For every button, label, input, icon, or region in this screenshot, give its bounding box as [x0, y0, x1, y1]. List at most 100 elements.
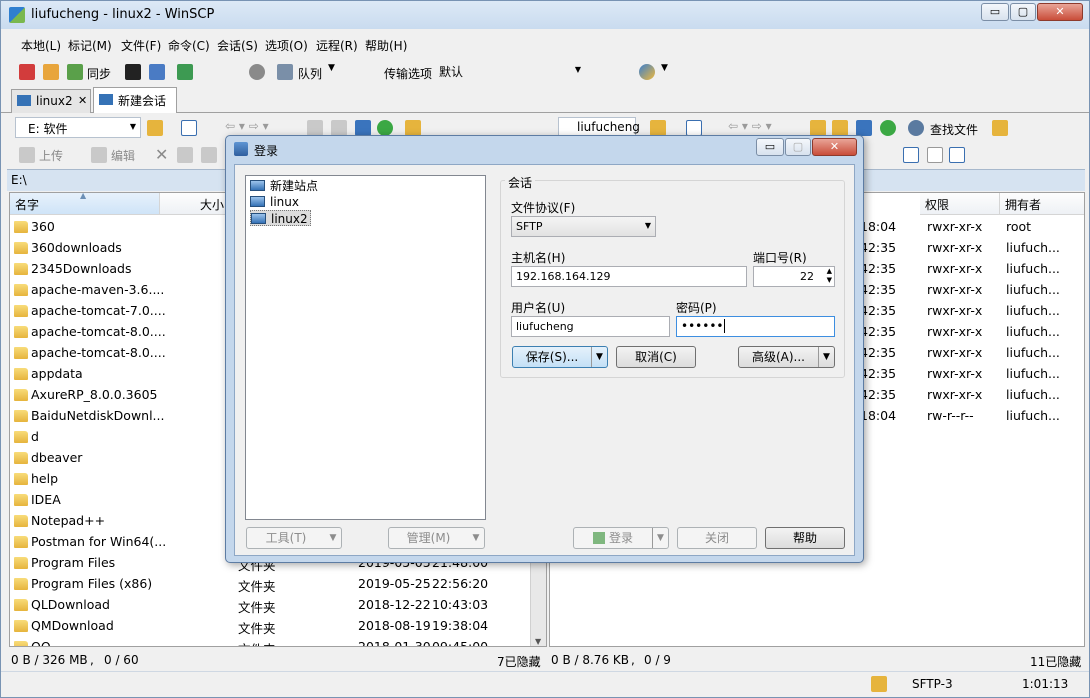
- dialog-maximize-button[interactable]: ▢: [785, 138, 811, 156]
- tab-new-session[interactable]: 新建会话: [93, 87, 177, 113]
- tools-dropdown-icon[interactable]: ▼: [325, 528, 341, 548]
- site-linux[interactable]: linux: [250, 194, 299, 210]
- search-icon[interactable]: [908, 120, 924, 136]
- manage-dropdown-icon[interactable]: ▼: [468, 528, 484, 548]
- file-name: QLDownload: [31, 597, 110, 612]
- refresh-icon[interactable]: [377, 120, 393, 136]
- queue-label[interactable]: 队列: [298, 65, 322, 82]
- open-folder-icon[interactable]: [650, 120, 666, 136]
- tab-close-icon[interactable]: ✕: [78, 94, 87, 107]
- sync-label[interactable]: 同步: [87, 65, 111, 82]
- root-dir-icon[interactable]: [331, 120, 347, 136]
- putty-icon[interactable]: [149, 64, 165, 80]
- table-row[interactable]: QQ 文件夹 2018-01-3009:45:00: [10, 637, 530, 646]
- queue-dropdown-icon[interactable]: ▼: [328, 63, 335, 73]
- menu-mark[interactable]: 标记(M): [68, 37, 112, 54]
- cancel-button[interactable]: 取消(C): [616, 346, 696, 368]
- file-name: AxureRP_8.0.0.3605: [31, 387, 158, 402]
- terminal-icon[interactable]: [125, 64, 141, 80]
- filter-icon[interactable]: [686, 120, 702, 136]
- password-input[interactable]: ••••••: [676, 316, 835, 337]
- refresh-view-icon[interactable]: [177, 64, 193, 80]
- menu-options[interactable]: 选项(O): [265, 37, 308, 54]
- file-permissions: rwxr-xr-x: [927, 219, 983, 234]
- tree-icon[interactable]: [992, 120, 1008, 136]
- remove-icon[interactable]: [927, 147, 943, 163]
- site-new[interactable]: 新建站点: [250, 178, 318, 194]
- properties-icon[interactable]: [201, 147, 217, 163]
- menu-help[interactable]: 帮助(H): [365, 37, 407, 54]
- dialog-minimize-button[interactable]: ▭: [756, 138, 784, 156]
- find-files-label[interactable]: 查找文件: [930, 121, 978, 138]
- login-button[interactable]: 登录 ▼: [573, 527, 669, 549]
- save-dropdown-icon[interactable]: ▼: [591, 347, 607, 367]
- site-linux2[interactable]: linux2: [250, 210, 311, 226]
- tree-icon[interactable]: [405, 120, 421, 136]
- open-folder-icon[interactable]: [147, 120, 163, 136]
- add-icon[interactable]: [903, 147, 919, 163]
- parent-dir-icon[interactable]: [307, 120, 323, 136]
- checkbox-icon[interactable]: [949, 147, 965, 163]
- delete-icon[interactable]: ✕: [155, 145, 168, 164]
- file-name: d: [31, 429, 39, 444]
- home-icon[interactable]: [856, 120, 872, 136]
- compare-icon[interactable]: [19, 64, 35, 80]
- column-header-permissions[interactable]: 权限: [920, 193, 1000, 215]
- maximize-button[interactable]: ▢: [1010, 3, 1036, 21]
- close-button[interactable]: ✕: [1037, 3, 1083, 21]
- gear-icon[interactable]: [249, 64, 265, 80]
- globe-icon[interactable]: [639, 64, 655, 80]
- save-button[interactable]: 保存(S)... ▼: [512, 346, 608, 368]
- table-row[interactable]: QMDownload 文件夹 2018-08-19 19:38:04: [10, 616, 530, 637]
- port-input[interactable]: 22 ▲ ▼: [753, 266, 835, 287]
- left-file-toolbar: 上传 编辑 ✕: [15, 143, 225, 167]
- globe-dropdown-icon[interactable]: ▼: [661, 63, 668, 73]
- parent-dir-icon[interactable]: [810, 120, 826, 136]
- menu-command[interactable]: 命令(C): [168, 37, 210, 54]
- close-dialog-button[interactable]: 关闭: [677, 527, 757, 549]
- protocol-select[interactable]: SFTP ▼: [511, 216, 656, 237]
- site-tree[interactable]: 新建站点 linux linux2: [245, 175, 486, 520]
- dialog-close-button[interactable]: ✕: [812, 138, 857, 156]
- minimize-button[interactable]: ▭: [981, 3, 1009, 21]
- column-header-owner[interactable]: 拥有者: [1000, 193, 1084, 215]
- column-header-size[interactable]: 大小: [160, 193, 235, 215]
- sync-icon[interactable]: [67, 64, 83, 80]
- rename-icon[interactable]: [177, 147, 193, 163]
- site-label: 新建站点: [270, 179, 319, 193]
- menu-session[interactable]: 会话(S): [217, 37, 258, 54]
- scroll-down-icon[interactable]: ▼: [535, 637, 541, 646]
- edit-button[interactable]: 编辑: [111, 147, 135, 164]
- home-icon[interactable]: [355, 120, 371, 136]
- advanced-button[interactable]: 高级(A)... ▼: [738, 346, 835, 368]
- back-icon[interactable]: ⇦ ▾ ⇨ ▾: [225, 119, 269, 133]
- tab-linux2[interactable]: linux2 ✕: [11, 89, 91, 113]
- edit-icon[interactable]: [91, 147, 107, 163]
- manage-button[interactable]: 管理(M) ▼: [388, 527, 485, 549]
- port-stepper-icon[interactable]: ▲ ▼: [827, 267, 832, 285]
- advanced-dropdown-icon[interactable]: ▼: [818, 347, 834, 367]
- transfer-options-select[interactable]: 默认 ▼: [435, 61, 585, 82]
- login-dropdown-icon[interactable]: ▼: [652, 528, 668, 548]
- table-row[interactable]: Program Files (x86) 文件夹 2019-05-25 22:56:20: [10, 574, 530, 595]
- back-icon[interactable]: ⇦ ▾ ⇨ ▾: [728, 119, 772, 133]
- filter-icon[interactable]: [181, 120, 197, 136]
- refresh-icon[interactable]: [880, 120, 896, 136]
- drive-select[interactable]: E: 软件 ▼: [15, 117, 141, 138]
- monitor-icon: [17, 95, 31, 106]
- menu-file[interactable]: 文件(F): [121, 37, 161, 54]
- upload-icon[interactable]: [19, 147, 35, 163]
- column-header-name[interactable]: 名字 ▲: [10, 193, 160, 215]
- tools-button[interactable]: 工具(T) ▼: [246, 527, 342, 549]
- root-dir-icon[interactable]: [832, 120, 848, 136]
- username-input[interactable]: liufucheng: [511, 316, 670, 337]
- file-time: 22:56:20: [432, 576, 489, 591]
- menu-remote[interactable]: 远程(R): [316, 37, 358, 54]
- menu-local[interactable]: 本地(L): [21, 37, 61, 54]
- upload-button[interactable]: 上传: [39, 147, 63, 164]
- synchronize-browse-icon[interactable]: [43, 64, 59, 80]
- host-input[interactable]: 192.168.164.129: [511, 266, 747, 287]
- help-button[interactable]: 帮助: [765, 527, 845, 549]
- queue-icon[interactable]: [277, 64, 293, 80]
- table-row[interactable]: QLDownload 文件夹 2018-12-22 10:43:03: [10, 595, 530, 616]
